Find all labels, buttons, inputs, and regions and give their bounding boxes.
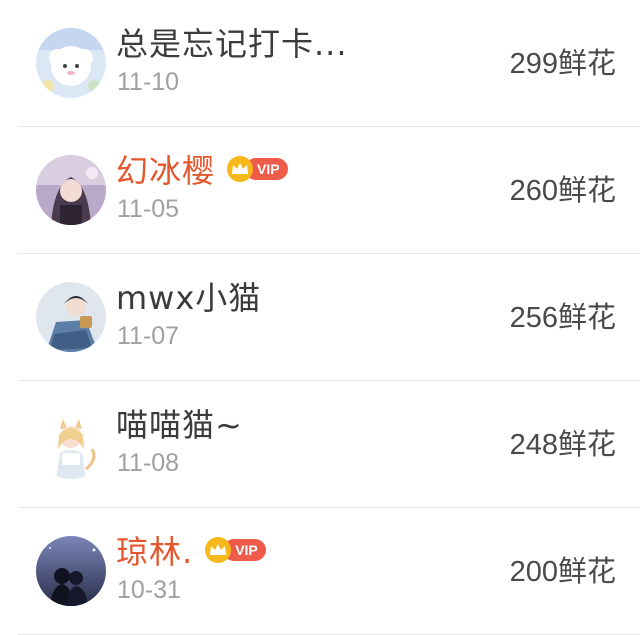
flower-count: 248鲜花 <box>510 421 616 463</box>
list-item[interactable]: 总是忘记打卡... 11-10 299鲜花 <box>0 0 640 127</box>
crown-icon <box>227 156 254 182</box>
vip-badge: VIP <box>227 156 288 182</box>
flower-unit: 鲜花 <box>557 173 616 207</box>
name-line: 喵喵猫~ <box>116 401 243 445</box>
name-line: mwx小猫 <box>116 274 261 318</box>
flower-unit: 鲜花 <box>557 554 616 588</box>
avatar[interactable] <box>36 536 106 606</box>
date-label: 10-31 <box>117 576 181 604</box>
cat-girl-avatar-icon <box>36 409 106 479</box>
date-label: 11-05 <box>117 195 180 223</box>
flower-count: 299鲜花 <box>510 40 616 82</box>
date-label: 11-10 <box>117 68 180 96</box>
night-couple-avatar-icon <box>36 536 106 606</box>
crown-icon <box>205 537 232 563</box>
avatar[interactable] <box>36 155 106 225</box>
name-line: 总是忘记打卡... <box>116 20 348 64</box>
flower-count: 260鲜花 <box>510 167 616 209</box>
cartoon-sheep-avatar-icon <box>36 28 106 98</box>
flower-count-value: 200 <box>509 556 558 588</box>
avatar[interactable] <box>36 282 106 352</box>
name-line: 琼林. VIP <box>116 528 266 572</box>
user-name[interactable]: 琼林. <box>116 527 193 573</box>
name-line: 幻冰樱 VIP <box>116 147 288 191</box>
anime-girl-blue-avatar-icon <box>36 282 106 352</box>
user-name[interactable]: 总是忘记打卡... <box>116 19 348 65</box>
user-name[interactable]: mwx小猫 <box>116 273 261 319</box>
flower-count-value: 299 <box>509 48 558 80</box>
list-item[interactable]: 喵喵猫~ 11-08 248鲜花 <box>0 381 640 508</box>
flower-count-value: 256 <box>509 302 558 334</box>
date-label: 11-08 <box>117 449 180 477</box>
flower-count: 200鲜花 <box>510 548 616 590</box>
list-item[interactable]: 琼林. VIP 10-31 200鲜花 <box>0 508 640 635</box>
user-name[interactable]: 幻冰樱 <box>116 146 215 192</box>
flower-ranking-list: 总是忘记打卡... 11-10 299鲜花 幻冰樱 VIP 11-05 260鲜… <box>0 0 640 635</box>
list-item[interactable]: 幻冰樱 VIP 11-05 260鲜花 <box>0 127 640 254</box>
date-label: 11-07 <box>117 322 180 350</box>
flower-count-value: 248 <box>509 429 558 461</box>
flower-count-value: 260 <box>509 175 558 207</box>
vip-badge: VIP <box>205 537 266 563</box>
flower-count: 256鲜花 <box>510 294 616 336</box>
flower-unit: 鲜花 <box>557 427 616 461</box>
avatar[interactable] <box>36 28 106 98</box>
anime-girl-avatar-icon <box>36 155 106 225</box>
user-name[interactable]: 喵喵猫~ <box>116 400 243 446</box>
flower-unit: 鲜花 <box>557 300 616 334</box>
flower-unit: 鲜花 <box>557 46 616 80</box>
avatar[interactable] <box>36 409 106 479</box>
list-item[interactable]: mwx小猫 11-07 256鲜花 <box>0 254 640 381</box>
